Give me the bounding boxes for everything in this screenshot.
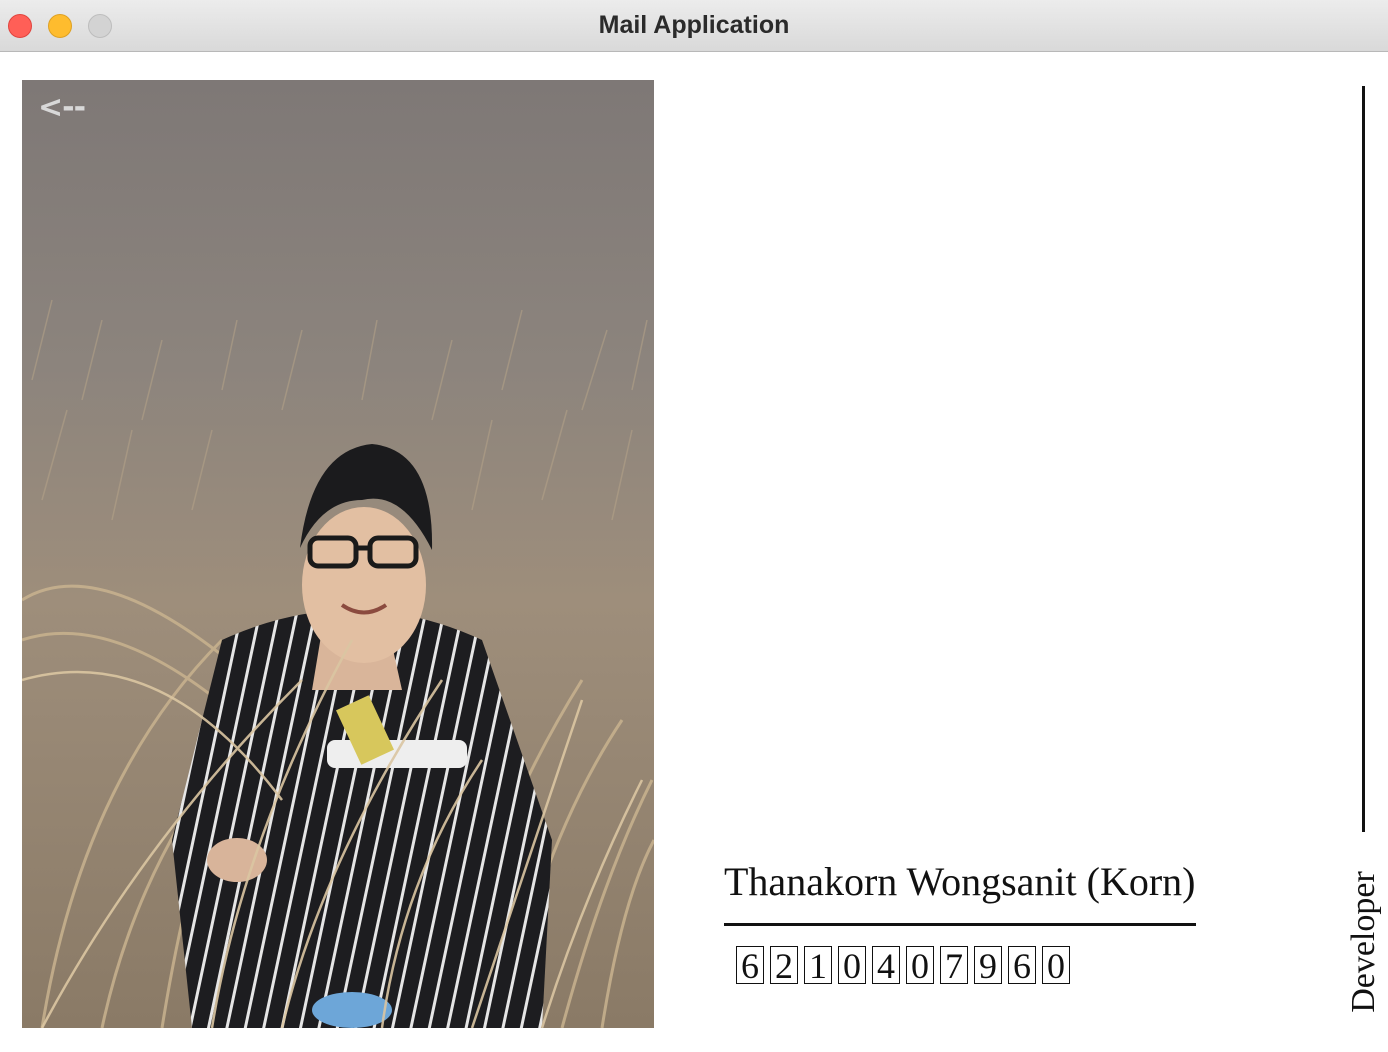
student-id: 6 2 1 0 4 0 7 9 6 0 — [736, 946, 1070, 986]
developer-photo: <-- — [22, 80, 654, 1028]
student-id-digit: 0 — [838, 946, 866, 985]
student-id-digit: 9 — [974, 946, 1002, 985]
app-window: Mail Application <-- Thanakorn Wongsanit… — [0, 0, 1388, 1052]
student-id-digit: 4 — [872, 946, 900, 985]
student-id-digit: 6 — [736, 946, 764, 985]
student-id-digit: 7 — [940, 946, 968, 985]
name-divider — [724, 923, 1196, 926]
student-id-digit: 0 — [906, 946, 934, 985]
student-id-digit: 1 — [804, 946, 832, 985]
developer-name: Thanakorn Wongsanit (Korn) — [724, 859, 1196, 904]
photo-illustration — [22, 80, 654, 1028]
side-divider — [1362, 86, 1365, 832]
student-id-digit: 2 — [770, 946, 798, 985]
title-bar[interactable]: Mail Application — [0, 0, 1388, 52]
student-id-digit: 6 — [1008, 946, 1036, 985]
window-title: Mail Application — [598, 11, 790, 39]
role-label: Developer — [1345, 871, 1382, 1013]
student-id-digit: 0 — [1042, 946, 1070, 985]
back-button[interactable]: <-- — [38, 90, 86, 125]
